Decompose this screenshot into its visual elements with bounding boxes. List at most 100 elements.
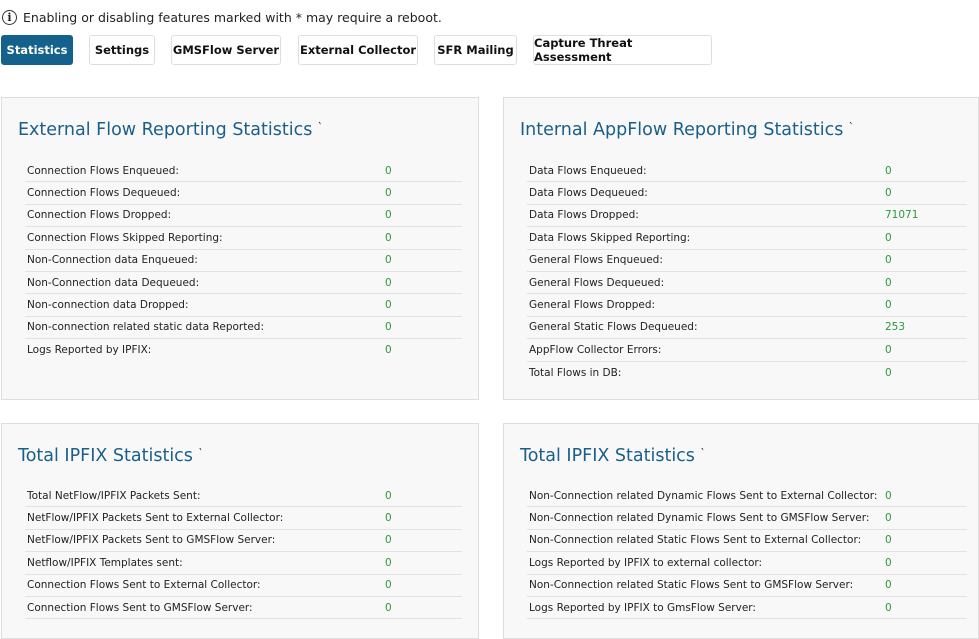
- stat-value: 0: [385, 489, 392, 502]
- tab-gmsflow-server[interactable]: GMSFlow Server: [171, 35, 281, 65]
- stat-label: General Flows Dequeued:: [529, 276, 665, 289]
- stat-value: 0: [385, 556, 392, 569]
- stat-value: 0: [885, 187, 892, 200]
- collapse-icon[interactable]: ‵: [849, 120, 852, 134]
- stat-value: 0: [385, 164, 392, 177]
- tab-external-collector[interactable]: External Collector: [298, 35, 418, 65]
- stat-value: 0: [885, 276, 892, 289]
- stat-value: 0: [385, 209, 392, 222]
- panel-total-ipfix-right: Total IPFIX Statistics ‵ Non-Connection r…: [503, 423, 979, 639]
- stat-row: Non-Connection related Static Flows Sent…: [527, 530, 967, 553]
- stat-row: General Flows Dequeued: 0: [527, 272, 967, 295]
- panel-internal-appflow-reporting: Internal AppFlow Reporting Statistics ‵ D…: [503, 97, 979, 400]
- stat-row: Data Flows Skipped Reporting: 0: [527, 227, 967, 250]
- stat-label: Logs Reported by IPFIX to external colle…: [529, 556, 763, 569]
- stat-label: Non-Connection related Dynamic Flows Sen…: [529, 489, 878, 502]
- stat-label: Non-Connection data Dequeued:: [27, 276, 200, 289]
- stats-list: Non-Connection related Dynamic Flows Sen…: [527, 485, 967, 620]
- stat-value: 0: [385, 579, 392, 592]
- stat-row: Non-Connection data Dequeued: 0: [25, 272, 462, 295]
- stat-label: Netflow/IPFIX Templates sent:: [27, 556, 183, 569]
- panel-title: Total IPFIX Statistics ‵: [18, 446, 202, 466]
- stat-row: Connection Flows Dequeued: 0: [25, 182, 462, 205]
- panel-title: Internal AppFlow Reporting Statistics ‵: [520, 120, 852, 140]
- stat-label: Connection Flows Dropped:: [27, 209, 172, 222]
- stat-value: 0: [885, 534, 892, 547]
- stat-label: General Static Flows Dequeued:: [529, 321, 698, 334]
- stat-label: Non-Connection related Static Flows Sent…: [529, 579, 854, 592]
- collapse-icon[interactable]: ‵: [701, 446, 704, 460]
- stat-value: 0: [885, 254, 892, 267]
- stat-value: 0: [385, 276, 392, 289]
- stat-label: Total Flows in DB:: [529, 366, 622, 379]
- collapse-icon[interactable]: ‵: [318, 120, 321, 134]
- panel-title-text: Total IPFIX Statistics: [520, 446, 695, 466]
- stat-label: Connection Flows Skipped Reporting:: [27, 231, 223, 244]
- stat-label: Non-connection data Dropped:: [27, 299, 189, 312]
- stat-row: Non-Connection related Dynamic Flows Sen…: [527, 485, 967, 508]
- stat-row: Connection Flows Sent to External Collec…: [25, 575, 462, 597]
- stats-list: Data Flows Enqueued: 0 Data Flows Dequeue…: [527, 160, 967, 384]
- stat-label: General Flows Enqueued:: [529, 254, 663, 267]
- stat-label: AppFlow Collector Errors:: [529, 343, 662, 356]
- info-icon: i: [2, 9, 17, 25]
- stat-label: Data Flows Enqueued:: [529, 164, 647, 177]
- stat-row: Netflow/IPFIX Templates sent: 0: [25, 552, 462, 575]
- stat-value: 0: [385, 321, 392, 334]
- stat-row: Non-Connection related Dynamic Flows Sen…: [527, 507, 967, 530]
- stat-label: Data Flows Skipped Reporting:: [529, 231, 691, 244]
- stat-label: Logs Reported by IPFIX:: [27, 344, 152, 357]
- stat-label: Connection Flows Sent to GMSFlow Server:: [27, 601, 253, 614]
- reboot-notice-text: Enabling or disabling features marked wi…: [23, 9, 442, 25]
- stat-value: 0: [385, 254, 392, 267]
- stats-list: Total NetFlow/IPFIX Packets Sent: 0 NetFl…: [25, 485, 462, 620]
- stat-row: Non-Connection related Static Flows Sent…: [527, 575, 967, 597]
- panel-title-text: External Flow Reporting Statistics: [18, 120, 313, 140]
- stat-row: Connection Flows Sent to GMSFlow Server:…: [25, 597, 462, 620]
- stat-label: Non-Connection related Dynamic Flows Sen…: [529, 512, 870, 525]
- stat-value: 0: [885, 366, 892, 379]
- stat-row: Logs Reported by IPFIX: 0: [25, 339, 462, 361]
- stat-label: Total NetFlow/IPFIX Packets Sent:: [27, 489, 201, 502]
- stat-row: Logs Reported by IPFIX to external colle…: [527, 552, 967, 575]
- stat-row: Non-connection data Dropped: 0: [25, 294, 462, 317]
- stat-row: AppFlow Collector Errors: 0: [527, 339, 967, 362]
- stat-value: 0: [885, 299, 892, 312]
- stat-label: Non-Connection data Enqueued:: [27, 254, 198, 267]
- stat-label: General Flows Dropped:: [529, 299, 656, 312]
- stat-value: 71071: [885, 209, 919, 222]
- stat-value: 0: [385, 344, 392, 357]
- stat-label: Connection Flows Dequeued:: [27, 187, 181, 200]
- tab-settings[interactable]: Settings: [89, 35, 155, 65]
- stat-label: NetFlow/IPFIX Packets Sent to External C…: [27, 512, 284, 525]
- stat-label: Connection Flows Enqueued:: [27, 164, 179, 177]
- stat-value: 0: [385, 231, 392, 244]
- stat-row: Connection Flows Skipped Reporting: 0: [25, 227, 462, 250]
- stat-row: Connection Flows Dropped: 0: [25, 205, 462, 228]
- stat-row: Logs Reported by IPFIX to GmsFlow Server…: [527, 597, 967, 620]
- stat-row: General Static Flows Dequeued: 253: [527, 317, 967, 340]
- stat-value: 0: [385, 187, 392, 200]
- tab-sfr-mailing[interactable]: SFR Mailing: [434, 35, 517, 65]
- stat-row: NetFlow/IPFIX Packets Sent to External C…: [25, 507, 462, 530]
- stat-row: Total Flows in DB: 0: [527, 362, 967, 384]
- stat-value: 0: [385, 299, 392, 312]
- reboot-notice: i Enabling or disabling features marked …: [2, 7, 442, 27]
- stat-value: 0: [885, 512, 892, 525]
- collapse-icon[interactable]: ‵: [199, 446, 202, 460]
- stat-value: 0: [885, 579, 892, 592]
- stat-value: 0: [885, 231, 892, 244]
- tab-capture-threat-assessment[interactable]: Capture Threat Assessment: [533, 35, 712, 65]
- stat-label: NetFlow/IPFIX Packets Sent to GMSFlow Se…: [27, 534, 276, 547]
- stat-value: 0: [385, 601, 392, 614]
- stat-value: 0: [885, 343, 892, 356]
- stat-label: Non-Connection related Static Flows Sent…: [529, 534, 862, 547]
- panel-total-ipfix-left: Total IPFIX Statistics ‵ Total NetFlow/IP…: [1, 423, 479, 639]
- stat-label: Data Flows Dropped:: [529, 209, 639, 222]
- stat-value: 0: [885, 164, 892, 177]
- panel-external-flow-reporting: External Flow Reporting Statistics ‵ Conn…: [1, 97, 479, 400]
- stat-label: Connection Flows Sent to External Collec…: [27, 579, 261, 592]
- stat-value: 0: [885, 489, 892, 502]
- stat-row: Non-connection related static data Repor…: [25, 317, 462, 340]
- tab-statistics[interactable]: Statistics: [1, 35, 73, 65]
